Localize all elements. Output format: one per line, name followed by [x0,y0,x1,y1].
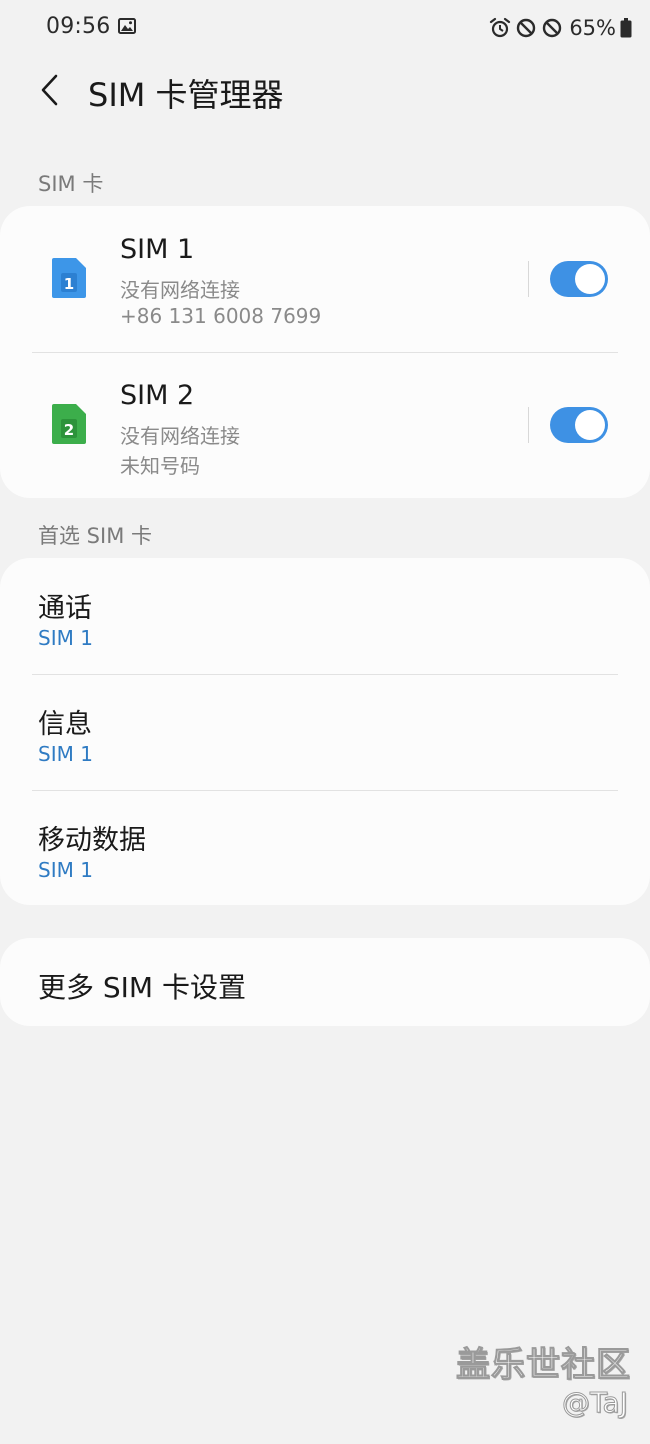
battery-icon [620,18,632,38]
gallery-icon [118,18,136,34]
sim-card-list: 1 SIM 1 没有网络连接 +86 131 6008 7699 2 SIM 2… [0,206,650,498]
page-title: SIM 卡管理器 [88,76,284,114]
sim-1-toggle[interactable] [550,261,608,297]
sim-1-name: SIM 1 [120,234,195,265]
blocked-icon [515,17,537,39]
sim-row-1[interactable]: 1 SIM 1 没有网络连接 +86 131 6008 7699 [0,206,650,352]
pref-mobile-data-value: SIM 1 [38,858,93,882]
sim-1-number: +86 131 6008 7699 [120,304,322,328]
battery-percent: 65% [569,16,616,40]
sim-2-number: 未知号码 [120,454,200,478]
pref-calls-value: SIM 1 [38,626,93,650]
status-time: 09:56 [46,14,111,39]
pref-calls-title: 通话 [38,593,92,624]
sim-1-status: 没有网络连接 [120,278,240,302]
preferred-sim-list: 通话 SIM 1 信息 SIM 1 移动数据 SIM 1 [0,558,650,905]
pref-row-calls[interactable]: 通话 SIM 1 [0,558,650,673]
section-label-sim: SIM 卡 [38,172,104,196]
section-label-preferred: 首选 SIM 卡 [38,524,152,548]
toggle-knob [575,410,605,440]
vertical-divider [528,261,529,297]
status-icons: 65% [489,14,632,42]
pref-row-mobile-data[interactable]: 移动数据 SIM 1 [0,790,650,905]
back-arrow-icon [41,74,58,106]
pref-mobile-data-title: 移动数据 [38,825,146,856]
blocked-icon [541,17,563,39]
sim-2-name: SIM 2 [120,380,195,411]
toggle-knob [575,264,605,294]
sim-row-2[interactable]: 2 SIM 2 没有网络连接 未知号码 [0,352,650,498]
pref-messages-value: SIM 1 [38,742,93,766]
status-bar: 09:56 65% [0,0,650,56]
sim-2-status: 没有网络连接 [120,424,240,448]
vertical-divider [528,407,529,443]
app-header: SIM 卡管理器 [0,62,650,122]
back-button[interactable] [28,68,72,112]
watermark-community: 盖乐世社区 [456,1345,631,1386]
more-sim-settings[interactable]: 更多 SIM 卡设置 [0,938,650,1026]
svg-text:2: 2 [64,421,74,439]
sim-card-1-icon: 1 [50,256,88,300]
watermark-handle: @TaJ [562,1386,629,1420]
pref-row-messages[interactable]: 信息 SIM 1 [0,674,650,789]
alarm-icon [489,17,511,39]
more-sim-settings-label: 更多 SIM 卡设置 [38,971,246,1004]
sim-2-toggle[interactable] [550,407,608,443]
pref-messages-title: 信息 [38,709,92,740]
sim-card-2-icon: 2 [50,402,88,446]
svg-text:1: 1 [64,275,74,293]
